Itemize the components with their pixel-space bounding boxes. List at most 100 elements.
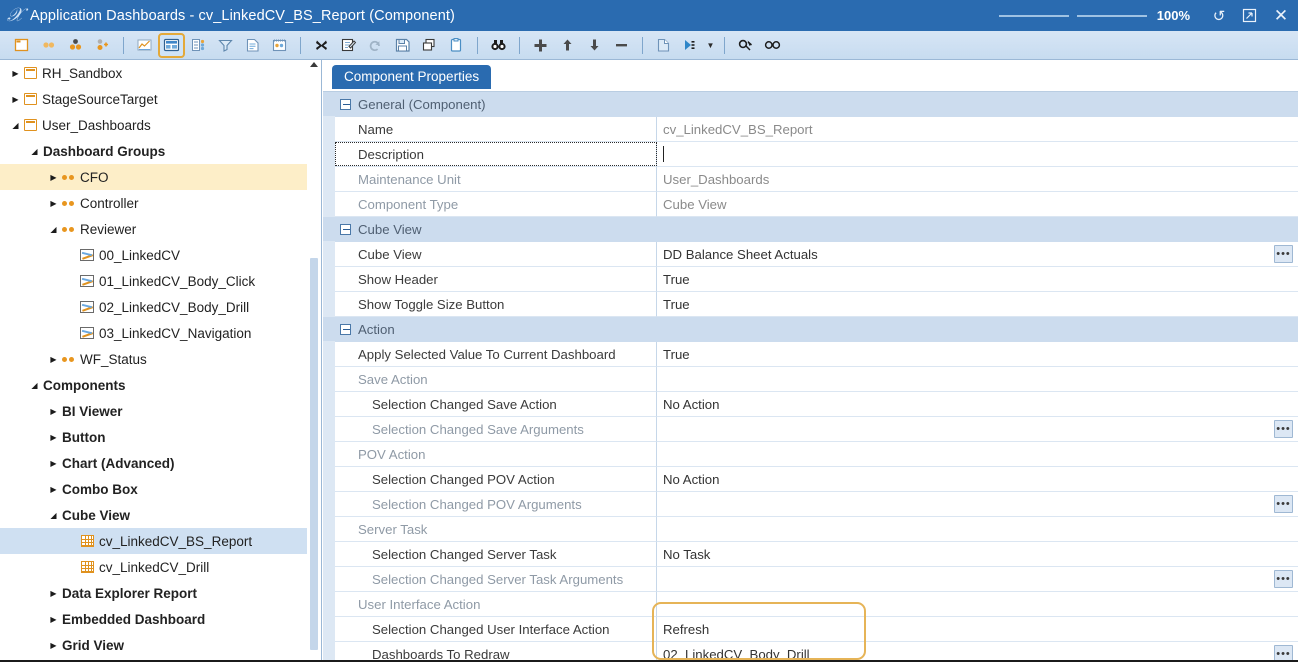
paste-icon[interactable] [443,33,470,58]
property-row[interactable]: Apply Selected Value To Current Dashboar… [323,342,1298,367]
refresh-icon[interactable]: ↺ [1204,0,1234,31]
new-dashboard-icon[interactable] [8,33,35,58]
restore-window-icon[interactable] [1234,0,1264,31]
chevron-right-icon[interactable]: ▶ [48,485,59,494]
three-dots-icon[interactable] [62,33,89,58]
property-value-cell[interactable] [657,317,1298,342]
property-value-cell[interactable]: Cube View [657,192,1298,217]
property-label-cell[interactable]: Cube View [335,217,657,242]
copy-icon[interactable] [416,33,443,58]
tree-item-cube-view[interactable]: ◢ Cube View [0,502,321,528]
tree-item-bi-viewer[interactable]: ▶ BI Viewer [0,398,321,424]
link-icon[interactable] [732,33,759,58]
chevron-right-icon[interactable]: ▶ [10,69,21,78]
property-label-cell[interactable]: Selection Changed Save Arguments [335,417,657,442]
property-label-cell[interactable]: Cube View [335,242,657,267]
property-row[interactable]: Cube View [323,217,1298,242]
property-value-cell[interactable]: ••• [657,492,1298,517]
tree-item-wf-status[interactable]: ▶ WF_Status [0,346,321,372]
tree-item-user-dashboards[interactable]: ◢ User_Dashboards [0,112,321,138]
chevron-down-icon[interactable]: ◢ [10,121,21,130]
property-label-cell[interactable]: Dashboards To Redraw [335,642,657,662]
property-value-cell[interactable]: No Task [657,542,1298,567]
tree-item-data-explorer-report[interactable]: ▶ Data Explorer Report [0,580,321,606]
tree-item-00-linkedcv[interactable]: 00_LinkedCV [0,242,321,268]
property-row[interactable]: Selection Changed POV Action No Action [323,467,1298,492]
collapse-toggle-icon[interactable] [340,223,351,235]
property-value-cell[interactable]: DD Balance Sheet Actuals ••• [657,242,1298,267]
tree-item-cfo[interactable]: ▶ CFO [0,164,321,190]
property-row[interactable]: Selection Changed Server Task No Task [323,542,1298,567]
property-value-cell[interactable] [657,367,1298,392]
property-label-cell[interactable]: Server Task [335,517,657,542]
property-label-cell[interactable]: Save Action [335,367,657,392]
tree-item-button[interactable]: ▶ Button [0,424,321,450]
tree-item-dashboard-groups[interactable]: ◢ Dashboard Groups [0,138,321,164]
property-label-cell[interactable]: Selection Changed Save Action [335,392,657,417]
find-icon[interactable] [485,33,512,58]
close-icon[interactable]: ✕ [1264,0,1298,31]
property-row[interactable]: Description [323,142,1298,167]
tree-item-combo-box[interactable]: ▶ Combo Box [0,476,321,502]
chevron-down-icon[interactable]: ◢ [48,225,59,234]
add-icon[interactable] [527,33,554,58]
undo-icon[interactable] [362,33,389,58]
property-row[interactable]: User Interface Action [323,592,1298,617]
property-value-cell[interactable]: Refresh [657,617,1298,642]
chevron-right-icon[interactable]: ▶ [48,407,59,416]
chevron-right-icon[interactable]: ▶ [48,199,59,208]
edit-icon[interactable] [335,33,362,58]
property-row[interactable]: Show Header True [323,267,1298,292]
collapse-toggle-icon[interactable] [340,323,351,335]
property-label-cell[interactable]: Selection Changed Server Task Arguments [335,567,657,592]
property-value-cell[interactable] [657,92,1298,117]
property-value-cell[interactable]: No Action [657,467,1298,492]
property-row[interactable]: Selection Changed User Interface Action R… [323,617,1298,642]
tree-item-chart-advanced-[interactable]: ▶ Chart (Advanced) [0,450,321,476]
list-icon[interactable] [185,33,212,58]
chevron-right-icon[interactable]: ▶ [48,589,59,598]
add-dots-icon[interactable] [89,33,116,58]
property-row[interactable]: Save Action [323,367,1298,392]
property-label-cell[interactable]: User Interface Action [335,592,657,617]
tree-item-grid-view[interactable]: ▶ Grid View [0,632,321,658]
ellipsis-button[interactable]: ••• [1274,570,1293,588]
property-label-cell[interactable]: Show Toggle Size Button [335,292,657,317]
tree-item-components[interactable]: ◢ Components [0,372,321,398]
tree-item-embedded-dashboard[interactable]: ▶ Embedded Dashboard [0,606,321,632]
chevron-right-icon[interactable]: ▶ [48,173,59,182]
property-label-cell[interactable]: Component Type [335,192,657,217]
scrollbar-thumb[interactable] [310,258,318,650]
tab-component-properties[interactable]: Component Properties [332,65,492,89]
property-row[interactable]: Selection Changed Server Task Arguments •… [323,567,1298,592]
tree-item-rh-sandbox[interactable]: ▶ RH_Sandbox [0,60,321,86]
property-label-cell[interactable]: Show Header [335,267,657,292]
chart-icon[interactable] [131,33,158,58]
property-label-cell[interactable]: General (Component) [335,92,657,117]
property-label-cell[interactable]: Selection Changed POV Arguments [335,492,657,517]
move-up-icon[interactable] [554,33,581,58]
chevron-down-icon[interactable]: ▼ [704,41,717,50]
chevron-right-icon[interactable]: ▶ [48,459,59,468]
component-properties-icon[interactable] [158,32,185,58]
property-row[interactable]: Component Type Cube View [323,192,1298,217]
property-row[interactable]: Selection Changed POV Arguments ••• [323,492,1298,517]
property-value-cell[interactable]: No Action [657,392,1298,417]
play-dropdown-icon[interactable] [677,33,704,58]
collapse-toggle-icon[interactable] [340,98,351,110]
chevron-right-icon[interactable]: ▶ [48,615,59,624]
property-row[interactable]: Dashboards To Redraw 02_LinkedCV_Body_Dri… [323,642,1298,662]
tree-item-reviewer[interactable]: ◢ Reviewer [0,216,321,242]
property-label-cell[interactable]: Name [335,117,657,142]
ellipsis-button[interactable]: ••• [1274,420,1293,438]
scroll-up-arrow-icon[interactable] [310,62,318,67]
tree-item-stagesourcetarget[interactable]: ▶ StageSourceTarget [0,86,321,112]
property-row[interactable]: Action [323,317,1298,342]
property-value-cell[interactable]: True [657,267,1298,292]
tree-item-cv-linkedcv-drill[interactable]: cv_LinkedCV_Drill [0,554,321,580]
report-icon[interactable] [266,33,293,58]
chevron-right-icon[interactable]: ▶ [48,355,59,364]
tree-item-cv-linkedcv-bs-report[interactable]: cv_LinkedCV_BS_Report [0,528,321,554]
property-label-cell[interactable]: Selection Changed Server Task [335,542,657,567]
property-value-cell[interactable]: ••• [657,567,1298,592]
